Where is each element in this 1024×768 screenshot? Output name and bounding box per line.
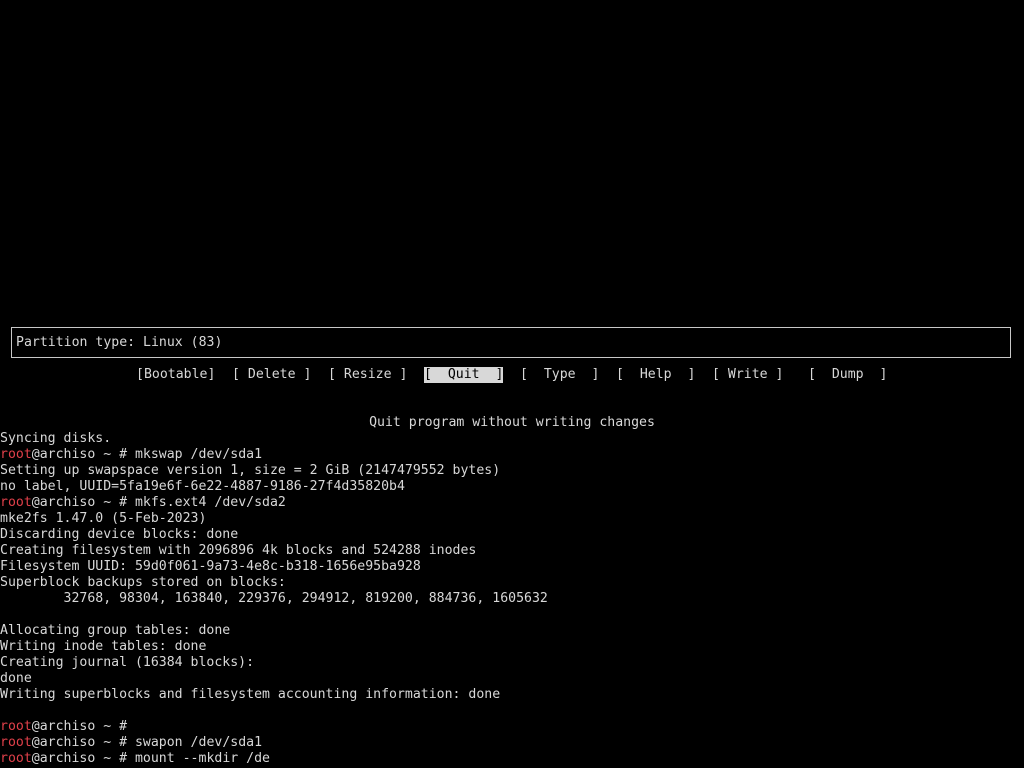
partition-type-text: Partition type: Linux (83): [16, 335, 223, 350]
command-text: mkswap /dev/sda1: [134, 447, 263, 462]
output-line: Writing inode tables: done: [0, 639, 207, 654]
prompt-user: root: [0, 495, 32, 510]
output-line: no label, UUID=5fa19e6f-6e22-4887-9186-2…: [0, 479, 405, 494]
prompt-host: @archiso ~ #: [31, 751, 135, 766]
menu-help-text: Quit program without writing changes: [369, 415, 655, 430]
output-line: Superblock backups stored on blocks:: [0, 575, 286, 590]
terminal-console[interactable]: Syncing disks. root@archiso ~ # mkswap /d…: [0, 431, 1024, 768]
prompt-line: root@archiso ~ # mkswap /dev/sda1: [0, 447, 1024, 463]
prompt-line: root@archiso ~ #: [0, 719, 1024, 735]
bootable-button[interactable]: [Bootable]: [136, 367, 215, 383]
output-line: done: [0, 671, 32, 686]
delete-button[interactable]: [ Delete ]: [232, 367, 311, 383]
prompt-host: @archiso ~ #: [31, 495, 135, 510]
prompt-line: root@archiso ~ # mkfs.ext4 /dev/sda2: [0, 495, 1024, 511]
type-button[interactable]: [ Type ]: [520, 367, 599, 383]
prompt-user: root: [0, 751, 32, 766]
prompt-host: @archiso ~ #: [31, 735, 135, 750]
write-button[interactable]: [ Write ]: [712, 367, 783, 383]
command-text: mkfs.ext4 /dev/sda2: [134, 495, 286, 510]
resize-button[interactable]: [ Resize ]: [328, 367, 407, 383]
output-line: Setting up swapspace version 1, size = 2…: [0, 463, 501, 478]
output-line: Creating filesystem with 2096896 4k bloc…: [0, 543, 477, 558]
command-text: swapon /dev/sda1: [134, 735, 263, 750]
command-text: mount --mkdir /de: [134, 751, 270, 766]
prompt-host: @archiso ~ #: [31, 719, 135, 734]
output-line: mke2fs 1.47.0 (5-Feb-2023): [0, 511, 207, 526]
prompt-user: root: [0, 719, 32, 734]
cfdisk-menu-bar: [Bootable] [ Delete ] [ Resize ] [ Quit …: [0, 367, 1024, 383]
output-line: Filesystem UUID: 59d0f061-9a73-4e8c-b318…: [0, 559, 421, 574]
prompt-line: root@archiso ~ # swapon /dev/sda1: [0, 735, 1024, 751]
output-line: Creating journal (16384 blocks):: [0, 655, 255, 670]
quit-button[interactable]: [ Quit ]: [424, 367, 504, 383]
output-line: Writing superblocks and filesystem accou…: [0, 687, 501, 702]
prompt-user: root: [0, 447, 32, 462]
prompt-user: root: [0, 735, 32, 750]
prompt-host: @archiso ~ #: [31, 447, 135, 462]
dump-button[interactable]: [ Dump ]: [808, 367, 887, 383]
partition-info-box: Partition type: Linux (83): [11, 327, 1011, 358]
prompt-line: root@archiso ~ # mount --mkdir /de: [0, 751, 1024, 767]
output-line: Allocating group tables: done: [0, 623, 231, 638]
output-line: Discarding device blocks: done: [0, 527, 239, 542]
output-line: Syncing disks.: [0, 431, 112, 446]
output-line: 32768, 98304, 163840, 229376, 294912, 81…: [0, 591, 548, 606]
help-button[interactable]: [ Help ]: [616, 367, 695, 383]
